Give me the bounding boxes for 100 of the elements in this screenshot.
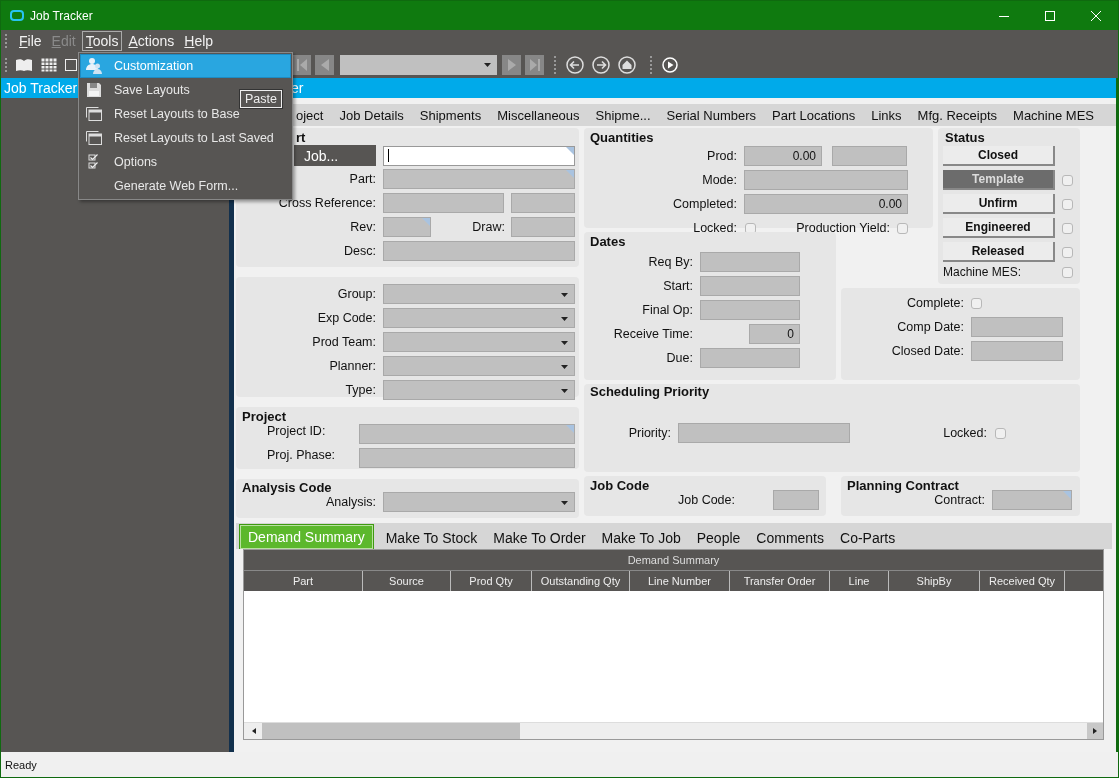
text-field[interactable]: [511, 217, 575, 237]
text-field[interactable]: [383, 217, 431, 237]
column-header[interactable]: Source: [363, 571, 451, 591]
menu-item[interactable]: Options: [114, 155, 158, 169]
checkbox[interactable]: [971, 297, 982, 309]
tab[interactable]: Links: [863, 104, 910, 126]
dropdown-field[interactable]: [383, 356, 575, 377]
column-header[interactable]: Line: [830, 571, 889, 591]
text-field[interactable]: 0.00: [744, 146, 822, 166]
menu-item[interactable]: Reset Layouts to Base: [114, 107, 240, 121]
menu-item[interactable]: Help: [180, 31, 218, 51]
tab[interactable]: Mfg. Receipts: [909, 104, 1006, 126]
dropdown-field[interactable]: [383, 284, 575, 305]
dropdown-field[interactable]: [383, 491, 575, 512]
status-button[interactable]: Unfirm: [943, 194, 1055, 214]
caret-icon[interactable]: [561, 341, 568, 346]
text-field[interactable]: [383, 169, 575, 189]
text-field[interactable]: [700, 276, 800, 296]
text-field[interactable]: 0.00: [744, 194, 908, 214]
scroll-right-icon[interactable]: [1093, 728, 1097, 734]
caret-icon[interactable]: [561, 365, 568, 370]
caret-icon[interactable]: [561, 500, 568, 505]
tab[interactable]: Make To Order: [485, 527, 594, 549]
tab[interactable]: Co-Parts: [832, 527, 904, 549]
text-field[interactable]: [744, 170, 908, 190]
menu-item[interactable]: File: [15, 31, 46, 51]
checkbox[interactable]: [1062, 246, 1073, 258]
scroll-left-icon[interactable]: [252, 728, 256, 734]
checkbox[interactable]: [1062, 266, 1073, 278]
text-field[interactable]: [383, 193, 504, 213]
column-header[interactable]: ShipBy: [889, 571, 980, 591]
status-button[interactable]: Engineered: [943, 218, 1055, 238]
job-button[interactable]: Job...: [294, 145, 376, 166]
text-field[interactable]: 0: [749, 324, 800, 344]
last-record-button[interactable]: [525, 55, 544, 75]
menu-item[interactable]: Actions: [124, 31, 179, 51]
text-field[interactable]: [700, 300, 800, 320]
status-button[interactable]: Template: [943, 170, 1055, 190]
tab[interactable]: Shipme...: [587, 104, 659, 126]
status-button[interactable]: Released: [943, 242, 1055, 262]
dropdown-field[interactable]: [383, 380, 575, 401]
maximize-icon[interactable]: [1045, 10, 1055, 21]
dropdown-field[interactable]: [383, 332, 575, 353]
forward-icon[interactable]: [592, 56, 610, 74]
tab[interactable]: Machine MES: [1005, 104, 1102, 126]
tab[interactable]: oject: [288, 104, 332, 126]
column-header[interactable]: Prod Qty: [451, 571, 532, 591]
grid-icon[interactable]: [41, 58, 57, 72]
text-field[interactable]: [832, 146, 907, 166]
record-dropdown[interactable]: [340, 55, 497, 75]
play-icon[interactable]: [662, 57, 678, 73]
tab[interactable]: Shipments: [411, 104, 490, 126]
status-button[interactable]: Closed: [943, 146, 1055, 166]
tab[interactable]: Miscellaneous: [489, 104, 588, 126]
checkbox[interactable]: [897, 222, 908, 234]
text-field[interactable]: [700, 348, 800, 368]
text-field[interactable]: [359, 448, 575, 469]
text-field[interactable]: [992, 490, 1072, 510]
checkbox[interactable]: [1062, 174, 1073, 186]
checkbox[interactable]: [1062, 198, 1073, 210]
tab[interactable]: Make To Job: [593, 527, 689, 549]
checkbox[interactable]: [995, 427, 1006, 439]
text-field[interactable]: [773, 490, 819, 510]
book-icon[interactable]: [15, 58, 33, 72]
caret-icon[interactable]: [561, 389, 568, 394]
text-field[interactable]: [383, 145, 575, 166]
column-header[interactable]: Transfer Order: [730, 571, 830, 591]
caret-icon[interactable]: [561, 317, 568, 322]
text-field[interactable]: [678, 423, 850, 443]
text-field[interactable]: [383, 241, 575, 261]
home-icon[interactable]: [618, 56, 636, 74]
menu-item[interactable]: Tools: [81, 31, 123, 51]
column-header[interactable]: Received Qty: [980, 571, 1065, 591]
tab[interactable]: Comments: [748, 527, 832, 549]
close-icon[interactable]: [1091, 10, 1101, 21]
menu-item[interactable]: Generate Web Form...: [114, 179, 239, 193]
column-header[interactable]: Line Number: [630, 571, 730, 591]
text-field[interactable]: [511, 193, 575, 213]
text-field[interactable]: [359, 424, 575, 445]
back-icon[interactable]: [566, 56, 584, 74]
field-label: Priority:: [627, 426, 671, 440]
caret-icon[interactable]: [561, 293, 568, 298]
horizontal-scrollbar[interactable]: [244, 722, 1103, 739]
tab[interactable]: Make To Stock: [377, 527, 486, 549]
square-icon[interactable]: [65, 59, 77, 71]
previous-record-button[interactable]: [315, 55, 334, 75]
menu-item[interactable]: Save Layouts: [114, 83, 190, 97]
column-header[interactable]: Part: [244, 571, 363, 591]
checkbox[interactable]: [1062, 222, 1073, 234]
text-field[interactable]: [700, 252, 800, 272]
tab[interactable]: Serial Numbers: [658, 104, 765, 126]
tab[interactable]: Part Locations: [764, 104, 864, 126]
menu-item[interactable]: Reset Layouts to Last Saved: [114, 131, 274, 145]
text-field[interactable]: [971, 317, 1063, 337]
tab[interactable]: People: [688, 527, 749, 549]
tab[interactable]: Job Details: [331, 104, 412, 126]
dropdown-field[interactable]: [383, 308, 575, 329]
column-header[interactable]: Outstanding Qty: [532, 571, 630, 591]
text-field[interactable]: [971, 341, 1063, 361]
next-record-button[interactable]: [502, 55, 521, 75]
